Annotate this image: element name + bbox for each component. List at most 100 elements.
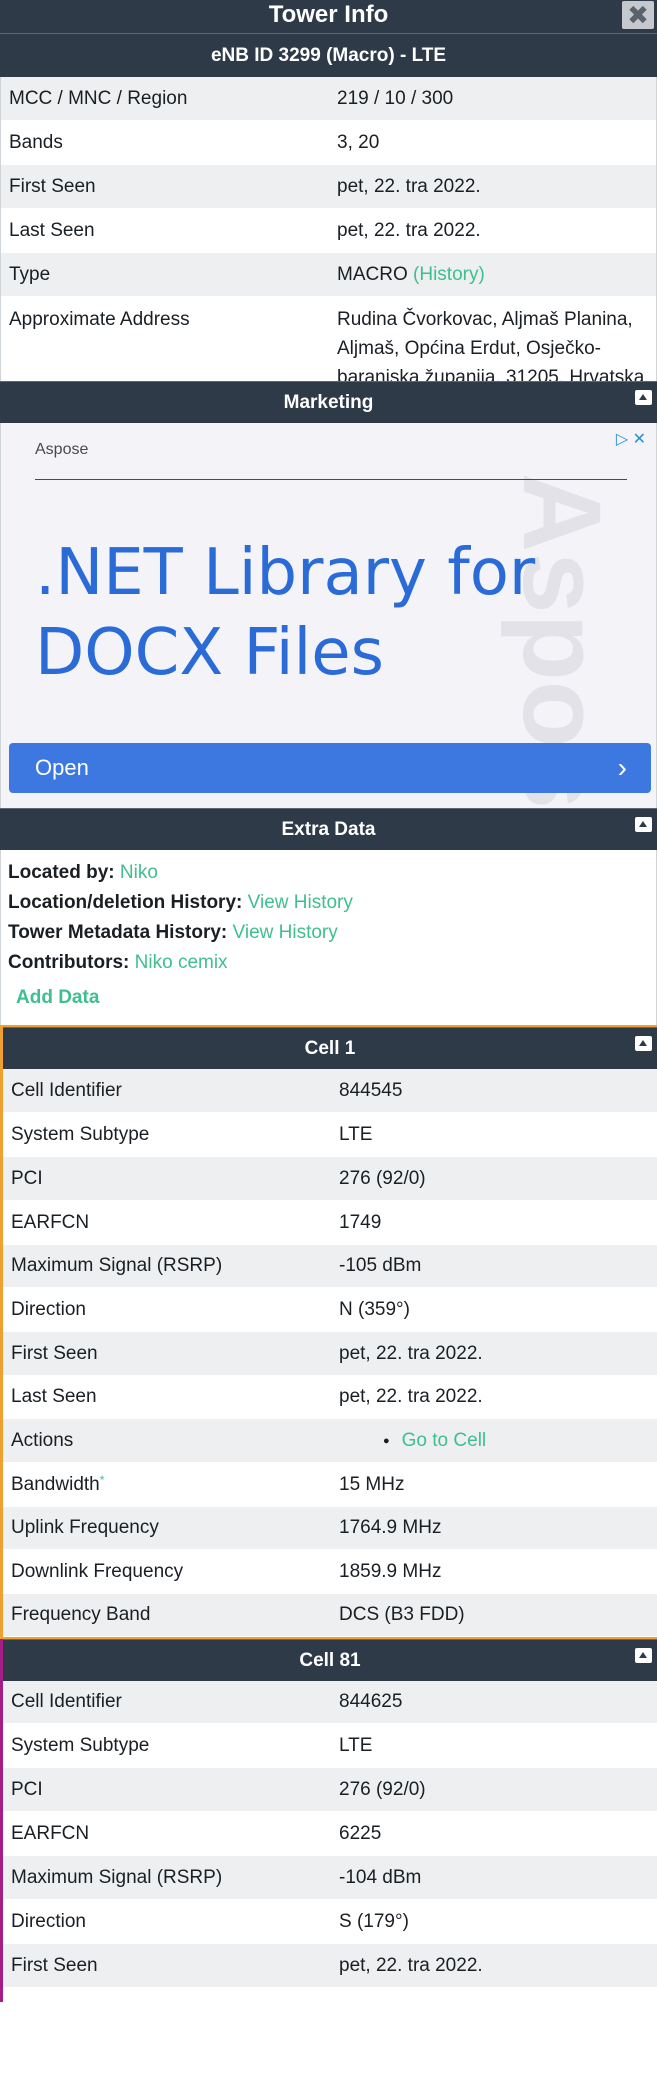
row-value: 219 / 10 / 300: [337, 87, 454, 109]
bandwidth-label: Bandwidth: [11, 1474, 100, 1495]
section-title: Extra Data: [281, 819, 376, 840]
located-by-link[interactable]: Niko: [120, 862, 158, 883]
contributors-link[interactable]: Niko cemix: [135, 952, 228, 973]
row-label: First Seen: [9, 175, 96, 197]
row-label: Uplink Frequency: [11, 1517, 159, 1538]
collapse-icon[interactable]: [635, 1648, 652, 1663]
row-label: PCI: [11, 1778, 43, 1800]
tower-details-table: MCC / MNC / Region 219 / 10 / 300 Bands …: [0, 77, 657, 388]
ad-open-label: Open: [35, 755, 89, 780]
chevron-right-icon: ›: [617, 752, 627, 783]
table-row: System Subtype LTE: [3, 1724, 657, 1768]
location-history-link[interactable]: View History: [248, 892, 353, 913]
row-label: First Seen: [11, 1342, 98, 1364]
table-row: EARFCN 1749: [3, 1201, 657, 1245]
collapse-icon[interactable]: [635, 817, 652, 832]
add-data-button[interactable]: Add Data: [16, 983, 649, 1013]
panel-spacer: [3, 1988, 657, 2002]
row-value: 3, 20: [337, 131, 380, 153]
page-title: Tower Info: [268, 1, 389, 28]
table-row: Uplink Frequency 1764.9 MHz: [3, 1507, 657, 1550]
cell-1-panel: Cell 1 Cell Identifier 844545 System Subt…: [0, 1025, 657, 1639]
row-label: Last Seen: [9, 219, 95, 241]
table-row: Last Seen pet, 22. tra 2022.: [3, 1376, 657, 1419]
row-label: Cell Identifier: [11, 1691, 122, 1712]
go-to-cell-link[interactable]: Go to Cell: [383, 1430, 486, 1451]
row-value: -105 dBm: [339, 1255, 422, 1276]
contributors-label: Contributors:: [8, 952, 130, 973]
row-value: 6225: [339, 1822, 382, 1844]
row-value: pet, 22. tra 2022.: [339, 1342, 483, 1364]
row-value: pet, 22. tra 2022.: [337, 175, 481, 197]
table-row: Downlink Frequency 1859.9 MHz: [3, 1550, 657, 1594]
row-label: Approximate Address: [9, 309, 190, 330]
table-row: Type MACRO (History): [1, 253, 656, 297]
ad-headline: .NET Library for DOCX Files: [35, 533, 535, 693]
row-label: Type: [9, 263, 51, 285]
row-label: Maximum Signal (RSRP): [11, 1866, 223, 1888]
row-value: LTE: [339, 1734, 373, 1756]
located-by: Located by: Niko: [8, 858, 649, 888]
row-value: 276 (92/0): [339, 1167, 426, 1189]
table-row: Frequency Band DCS (B3 FDD): [3, 1594, 657, 1637]
table-row: Bands 3, 20: [1, 121, 656, 165]
row-label: MCC / MNC / Region: [9, 87, 188, 109]
row-value: pet, 22. tra 2022.: [339, 1954, 483, 1976]
metadata-history-link[interactable]: View History: [233, 922, 338, 943]
extra-data-header: Extra Data: [0, 808, 657, 850]
ad-banner[interactable]: Aspose Aspose ▷ ✕ .NET Library for DOCX …: [0, 423, 657, 808]
ad-brand: Aspose: [35, 441, 89, 458]
row-value: pet, 22. tra 2022.: [339, 1386, 483, 1407]
table-row: Cell Identifier 844625: [3, 1681, 657, 1724]
row-value: 844625: [339, 1691, 403, 1712]
row-label: Bandwidth*: [3, 1473, 331, 1496]
row-value: 1764.9 MHz: [339, 1517, 442, 1538]
ad-headline-line: DOCX Files: [35, 616, 384, 690]
collapse-icon[interactable]: [635, 390, 652, 405]
table-row: Cell Identifier 844545: [3, 1069, 657, 1113]
row-value: -104 dBm: [339, 1866, 422, 1888]
row-label: First Seen: [11, 1954, 98, 1976]
cell-81-panel: Cell 81 Cell Identifier 844625 System Sub…: [0, 1639, 657, 2002]
row-value: N (359°): [339, 1298, 410, 1320]
bandwidth-footnote[interactable]: *: [100, 1473, 105, 1487]
table-row: First Seen pet, 22. tra 2022.: [3, 1332, 657, 1376]
table-row: PCI 276 (92/0): [3, 1157, 657, 1201]
row-label: Direction: [11, 1298, 86, 1320]
cell-81-header: Cell 81: [3, 1639, 657, 1681]
table-row: Bandwidth* 15 MHz: [3, 1463, 657, 1507]
tower-title: eNB ID 3299 (Macro) - LTE: [0, 33, 657, 77]
table-row: System Subtype LTE: [3, 1113, 657, 1157]
table-row: Direction S (179°): [3, 1900, 657, 1944]
row-value: 1749: [339, 1211, 382, 1233]
row-value: 276 (92/0): [339, 1778, 426, 1800]
contributors: Contributors: Niko cemix: [8, 948, 649, 978]
ad-headline-line: .NET Library for: [35, 536, 536, 610]
row-label: PCI: [11, 1167, 43, 1189]
table-row: PCI 276 (92/0): [3, 1768, 657, 1812]
metadata-history-label: Tower Metadata History:: [8, 922, 228, 943]
row-label: Maximum Signal (RSRP): [11, 1255, 223, 1276]
table-row: Approximate Address Rudina Čvorkovac, Al…: [1, 297, 656, 388]
row-value: DCS (B3 FDD): [339, 1604, 465, 1625]
row-value: 844545: [339, 1079, 403, 1101]
row-value: 1859.9 MHz: [339, 1560, 442, 1582]
table-row: Maximum Signal (RSRP) -104 dBm: [3, 1856, 657, 1900]
type-history-link[interactable]: (History): [413, 264, 485, 285]
location-history: Location/deletion History: View History: [8, 888, 649, 918]
marketing-header: Marketing: [0, 381, 657, 423]
row-label: Downlink Frequency: [11, 1560, 184, 1582]
close-icon[interactable]: ✖: [622, 1, 654, 29]
ad-open-button[interactable]: Open ›: [9, 743, 651, 793]
row-value: LTE: [339, 1123, 373, 1145]
section-title: Cell 1: [304, 1038, 356, 1059]
row-value: pet, 22. tra 2022.: [337, 219, 481, 241]
row-label: System Subtype: [11, 1123, 150, 1145]
row-label: System Subtype: [11, 1734, 150, 1756]
table-row: First Seen pet, 22. tra 2022.: [3, 1944, 657, 1988]
address-value: Rudina Čvorkovac, Aljmaš Planina, Aljmaš…: [337, 309, 645, 388]
collapse-icon[interactable]: [635, 1036, 652, 1051]
ad-divider: [35, 479, 627, 480]
adchoices-icon[interactable]: ▷ ✕: [616, 429, 646, 449]
row-label: EARFCN: [11, 1822, 90, 1844]
